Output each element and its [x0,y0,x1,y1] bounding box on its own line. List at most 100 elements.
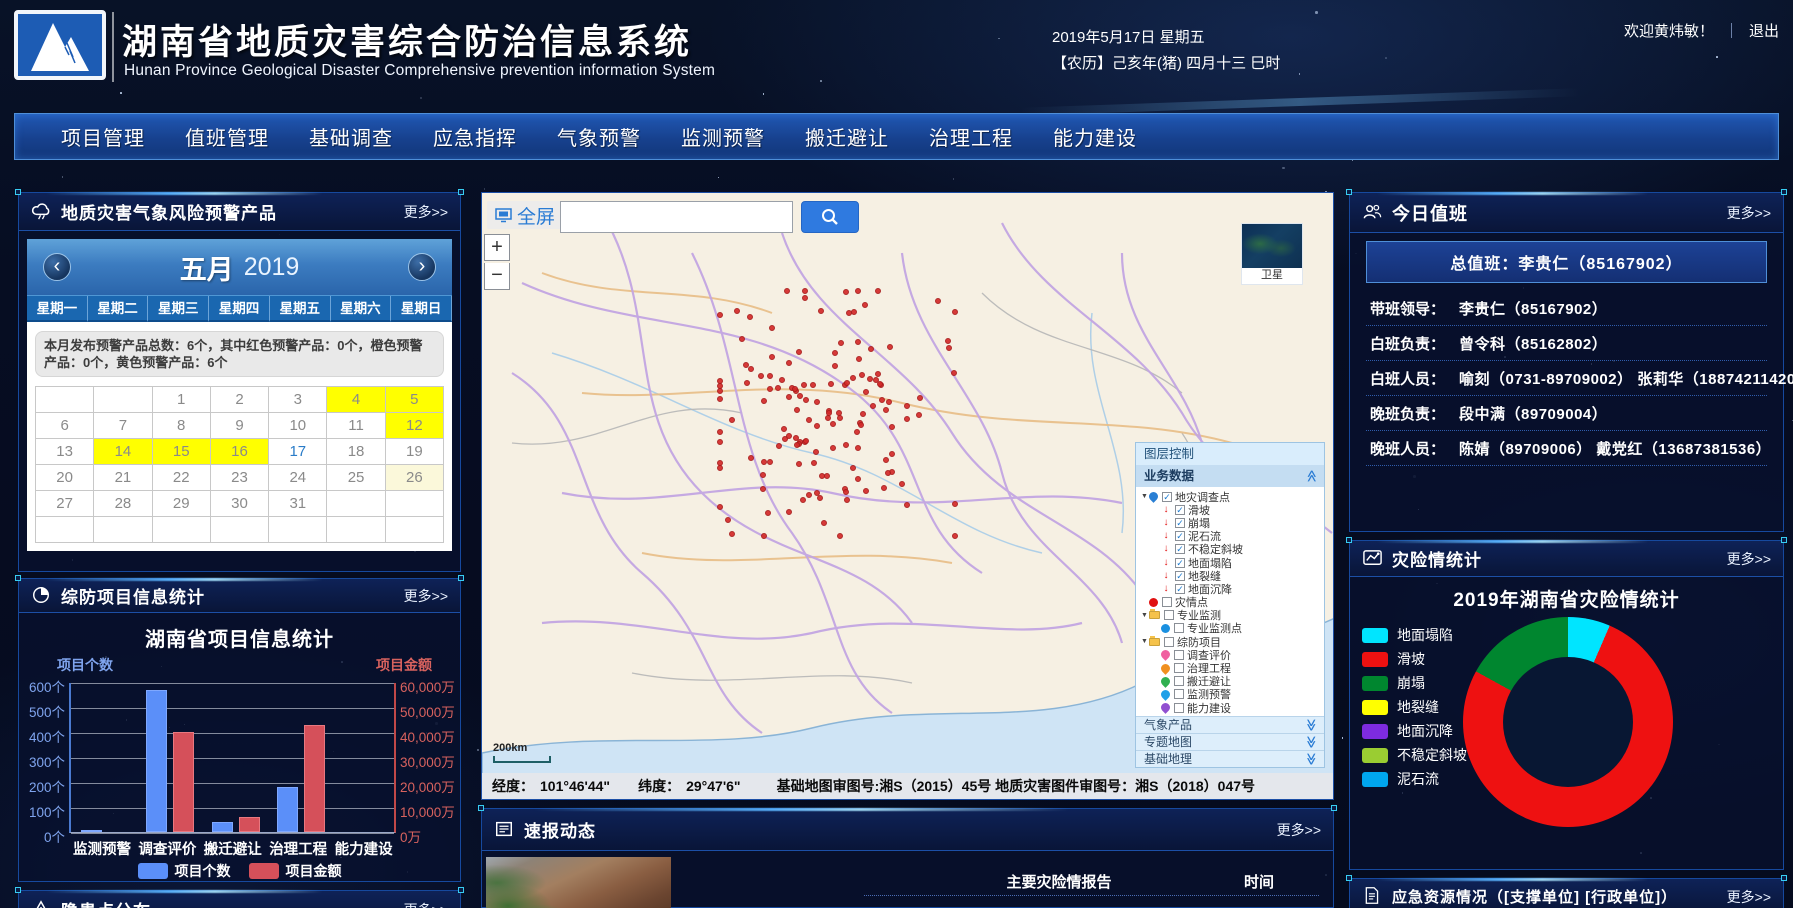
disaster-point[interactable] [952,533,958,539]
disaster-point[interactable] [729,531,735,537]
disaster-point[interactable] [832,350,838,356]
disaster-point[interactable] [917,395,923,401]
disaster-point[interactable] [800,497,806,503]
disaster-point[interactable] [781,426,787,432]
disaster-point[interactable] [761,533,767,539]
disaster-point[interactable] [858,422,864,428]
disaster-point[interactable] [769,354,775,360]
checkbox-unchecked[interactable] [1174,676,1184,686]
disaster-point[interactable] [775,385,781,391]
disaster-point[interactable] [796,461,802,467]
disaster-point[interactable] [824,473,830,479]
layer-item-16[interactable]: 能力建设 [1136,701,1324,714]
nav-item-8[interactable]: 能力建设 [1053,122,1135,151]
disaster-point[interactable] [830,421,836,427]
disaster-point[interactable] [889,424,895,430]
layer-section-business-data[interactable]: 业务数据 ≫ [1136,465,1324,487]
calendar-day-25[interactable]: 25 [327,465,385,491]
landslide-photo[interactable] [486,857,671,908]
disaster-point[interactable] [717,396,723,402]
calendar-day-21[interactable]: 21 [94,465,152,491]
disaster-point[interactable] [734,308,740,314]
disaster-point[interactable] [899,481,905,487]
checkbox-checked[interactable]: ✓ [1175,518,1185,528]
disaster-point[interactable] [867,376,873,382]
layer-section-2[interactable]: 基础地理≫ [1136,750,1324,767]
calendar-day-15[interactable]: 15 [153,439,211,465]
disaster-point[interactable] [843,289,849,295]
disaster-point[interactable] [801,382,807,388]
disaster-point[interactable] [802,295,808,301]
calendar-day-31[interactable]: 31 [269,491,327,517]
disaster-point[interactable] [743,362,749,368]
disaster-point[interactable] [935,298,941,304]
checkbox-checked[interactable]: ✓ [1175,505,1185,515]
disaster-point[interactable] [776,443,782,449]
disaster-point[interactable] [765,510,771,516]
disaster-point[interactable] [885,470,891,476]
disaster-point[interactable] [744,380,750,386]
calendar-day-26[interactable]: 26 [386,465,444,491]
layer-item-2[interactable]: ↓✓崩塌 [1136,516,1324,529]
calendar-day-6[interactable]: 6 [36,413,94,439]
disaster-point[interactable] [846,310,852,316]
resource-more-link[interactable]: 更多>> [1727,887,1771,907]
disaster-point[interactable] [843,489,849,495]
hazard-more-link[interactable]: 更多>> [404,900,448,908]
disaster-point[interactable] [786,433,792,439]
nav-item-0[interactable]: 项目管理 [61,122,143,151]
disaster-point[interactable] [830,445,836,451]
checkbox-unchecked[interactable] [1174,663,1184,673]
disaster-point[interactable] [855,339,861,345]
layer-item-8[interactable]: 灾情点 [1136,596,1324,609]
disaster-point[interactable] [767,373,773,379]
calendar-day-14[interactable]: 14 [94,439,152,465]
disaster-point[interactable] [802,288,808,294]
disaster-point[interactable] [717,388,723,394]
disaster-point[interactable] [761,459,767,465]
disaster-point[interactable] [844,380,850,386]
nav-item-4[interactable]: 气象预警 [557,122,639,151]
disaster-point[interactable] [832,363,838,369]
calendar-day-22[interactable]: 22 [153,465,211,491]
disaster-point[interactable] [717,504,723,510]
checkbox-unchecked[interactable] [1174,650,1184,660]
checkbox-checked[interactable]: ✓ [1175,531,1185,541]
nav-item-7[interactable]: 治理工程 [929,122,1011,151]
nav-item-6[interactable]: 搬迁避让 [805,122,887,151]
disaster-point[interactable] [813,449,819,455]
disaster-point[interactable] [883,457,889,463]
disaster-point[interactable] [760,486,766,492]
map-zoom-in-button[interactable]: + [484,234,510,261]
disaster-point[interactable] [725,517,731,523]
report-more-link[interactable]: 更多>> [1277,820,1321,840]
disaster-point[interactable] [863,488,869,494]
basemap-switcher[interactable]: 卫星 [1241,223,1303,285]
calendar-day-11[interactable]: 11 [327,413,385,439]
disaster-point[interactable] [862,302,868,308]
disaster-point[interactable] [860,411,866,417]
disaster-point[interactable] [868,346,874,352]
disaster-point[interactable] [717,439,723,445]
disaster-point[interactable] [739,336,745,342]
disaster-point[interactable] [879,397,885,403]
disaster-point[interactable] [806,417,812,423]
disaster-point[interactable] [806,492,812,498]
nav-item-2[interactable]: 基础调查 [309,122,391,151]
calendar-day-17[interactable]: 17 [269,439,327,465]
calendar-day-19[interactable]: 19 [386,439,444,465]
calendar-day-7[interactable]: 7 [94,413,152,439]
disaster-point[interactable] [851,309,857,315]
checkbox-checked[interactable]: ✓ [1175,584,1185,594]
disaster-point[interactable] [729,417,735,423]
checkbox-unchecked[interactable] [1164,610,1174,620]
disaster-point[interactable] [859,372,865,378]
checkbox-checked[interactable]: ✓ [1175,571,1185,581]
calendar-day-2[interactable]: 2 [211,387,269,413]
expand-icon[interactable]: ▼ [1140,638,1149,645]
calendar-day-3[interactable]: 3 [269,387,327,413]
disaster-point[interactable] [952,309,958,315]
nav-item-5[interactable]: 监测预警 [681,122,763,151]
disaster-point[interactable] [855,288,861,294]
disaster-point[interactable] [767,459,773,465]
